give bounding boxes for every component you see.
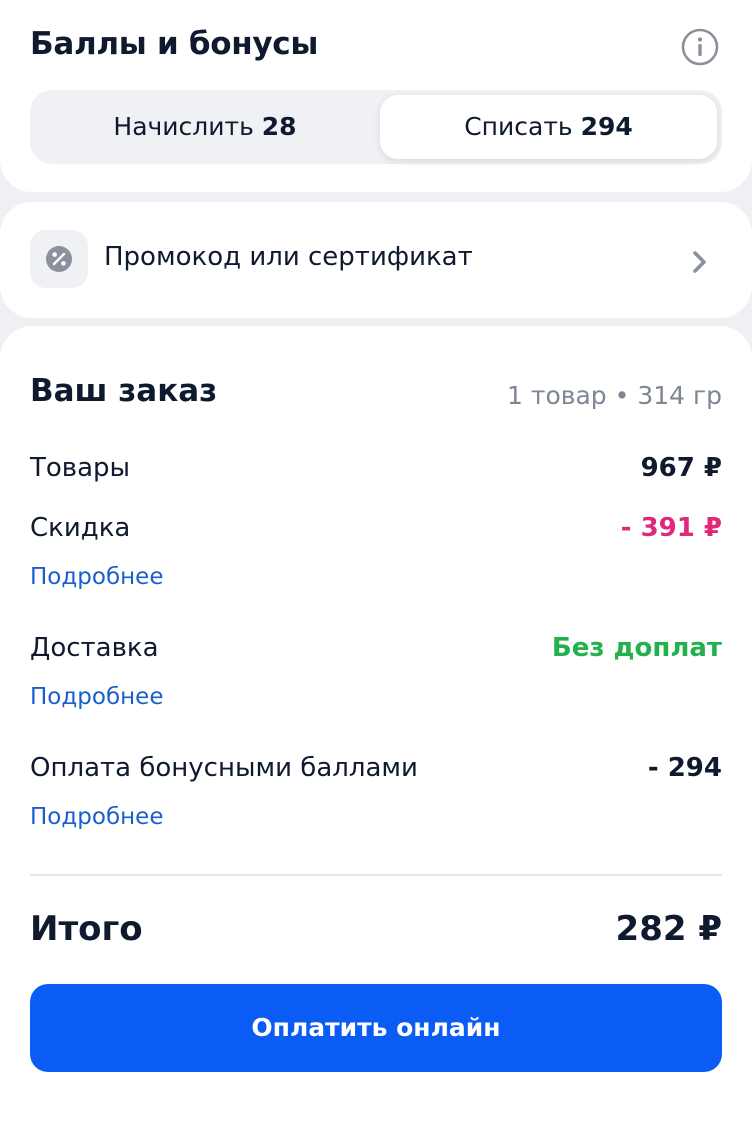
delivery-label: Доставка [30,633,159,663]
bonus-payment-label: Оплата бонусными баллами [30,753,418,783]
tab-earn-points[interactable]: Начислить 28 [35,95,375,159]
discount-details-link[interactable]: Подробнее [30,564,163,590]
order-summary-card: Ваш заказ 1 товар • 314 гр Товары 967 ₽ … [0,326,752,1126]
bonus-mode-switch: Начислить 28 Списать 294 [30,90,722,164]
tab-spend-label: Списать [464,112,573,141]
divider [30,874,722,876]
bonus-payment-details-link[interactable]: Подробнее [30,804,163,830]
tab-earn-value: 28 [261,112,297,141]
order-meta: 1 товар • 314 гр [507,381,722,410]
bonuses-title: Баллы и бонусы [30,26,319,62]
tab-spend-value: 294 [580,112,633,141]
delivery-details-link[interactable]: Подробнее [30,684,163,710]
total-label: Итого [30,909,143,949]
promo-code-label: Промокод или сертификат [104,242,473,272]
percent-badge-icon [30,230,88,288]
tab-spend-points[interactable]: Списать 294 [380,95,717,159]
delivery-value: Без доплат [551,633,722,663]
discount-value: - 391 ₽ [620,513,722,543]
promo-code-row[interactable]: Промокод или сертификат [0,202,752,318]
discount-label: Скидка [30,513,131,543]
bonus-payment-value: - 294 [647,753,722,783]
pay-online-button[interactable]: Оплатить онлайн [30,984,722,1072]
goods-label: Товары [30,453,131,483]
total-value: 282 ₽ [615,909,722,949]
bonuses-card: Баллы и бонусы Начислить 28 Списать 294 [0,0,752,192]
info-icon[interactable] [681,28,719,66]
chevron-right-icon [690,249,710,279]
promo-card: Промокод или сертификат [0,202,752,318]
goods-value: 967 ₽ [640,453,722,483]
order-title: Ваш заказ [30,373,218,409]
tab-earn-label: Начислить [113,112,254,141]
